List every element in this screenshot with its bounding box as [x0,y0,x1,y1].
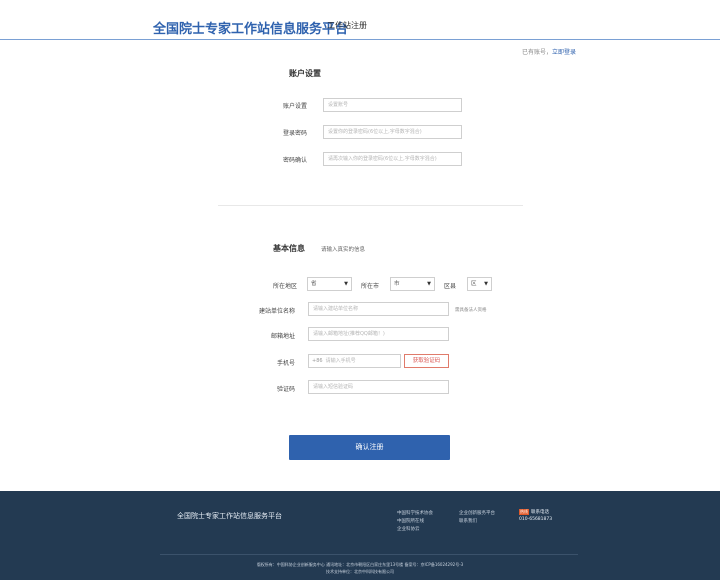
site-title: 全国院士专家工作站信息服务平台 [153,22,349,37]
province-value: 省 [311,281,317,287]
submit-register-button[interactable]: 确认注册 [289,435,450,460]
password-label: 登录密码 [282,130,307,137]
basic-section-title: 基本信息 [273,244,305,253]
footer-link-innovation[interactable]: 企业创新服务平台 [459,510,495,516]
county-select[interactable]: 区 ▼ [467,277,492,291]
password-confirm-label: 密码确认 [282,157,307,164]
region-label: 所在地区 [272,283,297,290]
phone-label: 手机号 [276,360,295,367]
phone-placeholder: 请输入手机号 [325,358,356,364]
province-select[interactable]: 省 ▼ [307,277,352,291]
county-value: 区 [471,281,477,287]
account-input[interactable]: 设置账号 [323,98,462,112]
unit-input[interactable]: 请输入建站单位名称 [308,302,449,316]
footer-copyright: 版权所有：中国科协企业创新服务中心 通讯地址：北京市朝阳区白家庄东里13号楼 备… [256,562,464,567]
footer-link-institutes[interactable]: 中国院所在线 [397,518,424,524]
footer-link-enterprise-cast[interactable]: 企业科协云 [397,526,420,532]
verify-label: 验证码 [276,386,295,393]
login-link[interactable]: 立即登录 [552,49,576,56]
basic-section-hint: 请输入真实的信息 [321,247,366,253]
footer-brand: 全国院士专家工作站信息服务平台 [177,512,282,520]
password-confirm-input[interactable]: 请再次输入你的登录密码(6位以上,字母数字混合) [323,152,462,166]
account-section-title: 账户设置 [289,69,321,78]
county-label: 区县 [444,283,457,290]
phone-prefix: +86 [312,358,323,364]
header-divider [0,39,720,40]
verify-input[interactable]: 请输入短信验证码 [308,380,449,394]
unit-note: 需具备法人资格 [455,308,487,313]
email-label: 邮箱地址 [270,333,295,340]
chevron-down-icon: ▼ [427,281,431,287]
section-divider [218,205,523,206]
unit-label: 建站单位名称 [258,308,295,315]
phone-icon: 热线 [519,509,529,515]
city-select[interactable]: 市 ▼ [390,277,435,291]
login-hint: 已有账号，立即登录 [522,47,576,56]
login-hint-text: 已有账号， [522,49,553,56]
phone-input[interactable]: +86 请输入手机号 [308,354,401,368]
chevron-down-icon: ▼ [484,281,488,287]
account-label: 账户设置 [282,103,307,110]
footer-link-cast[interactable]: 中国科学技术协会 [397,510,433,516]
footer-contact-title: 联系电话 [531,510,549,515]
email-input[interactable]: 请输入邮箱地址(推荐QQ邮箱！) [308,327,449,341]
city-value: 市 [394,281,400,287]
page-subtitle: 工作站注册 [327,21,367,30]
footer-tech-support: 技术支持单位：北京中科科技有限公司 [326,569,394,574]
chevron-down-icon: ▼ [344,281,348,287]
footer-contact-phone: 010-65681873 [519,517,553,522]
get-code-button[interactable]: 获取验证码 [404,354,449,368]
password-input[interactable]: 设置你的登录密码(6位以上,字母数字混合) [323,125,462,139]
footer-link-contact[interactable]: 联系我们 [459,518,477,524]
footer-divider [160,554,578,555]
city-label: 所在市 [361,283,380,290]
footer-contact: 热线 联系电话 [519,509,549,515]
